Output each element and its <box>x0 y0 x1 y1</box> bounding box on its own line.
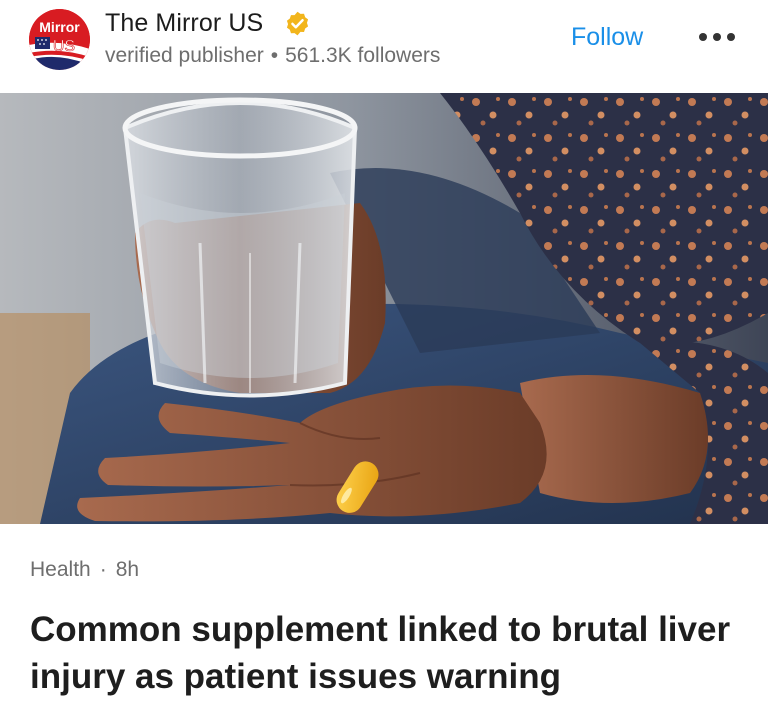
more-options-icon[interactable] <box>697 27 737 47</box>
article-meta: Health · 8h <box>30 558 139 582</box>
verified-badge-icon <box>286 11 309 36</box>
article-hero-image[interactable] <box>0 93 768 524</box>
svg-text:Mirror: Mirror <box>39 19 80 35</box>
article-headline[interactable]: Common supplement linked to brutal liver… <box>30 606 750 700</box>
follow-button[interactable]: Follow <box>571 23 643 52</box>
article-age: 8h <box>115 558 140 581</box>
post-header: Mirror US The Mirror US verified publish… <box>0 0 768 90</box>
hand-holding-water-and-pill-image <box>0 93 768 524</box>
publisher-logo[interactable]: Mirror US <box>29 9 90 70</box>
publisher-name[interactable]: The Mirror US <box>105 9 263 38</box>
publisher-status: verified publisher <box>105 44 264 67</box>
follower-count: 561.3K followers <box>285 44 441 67</box>
svg-text:US: US <box>53 38 75 55</box>
article-category[interactable]: Health <box>30 558 91 581</box>
mirror-us-logo-icon: Mirror US <box>29 9 90 70</box>
separator-dot: • <box>270 44 279 67</box>
publisher-meta: verified publisher • 561.3K followers <box>105 44 440 68</box>
separator-dot: · <box>99 558 107 581</box>
